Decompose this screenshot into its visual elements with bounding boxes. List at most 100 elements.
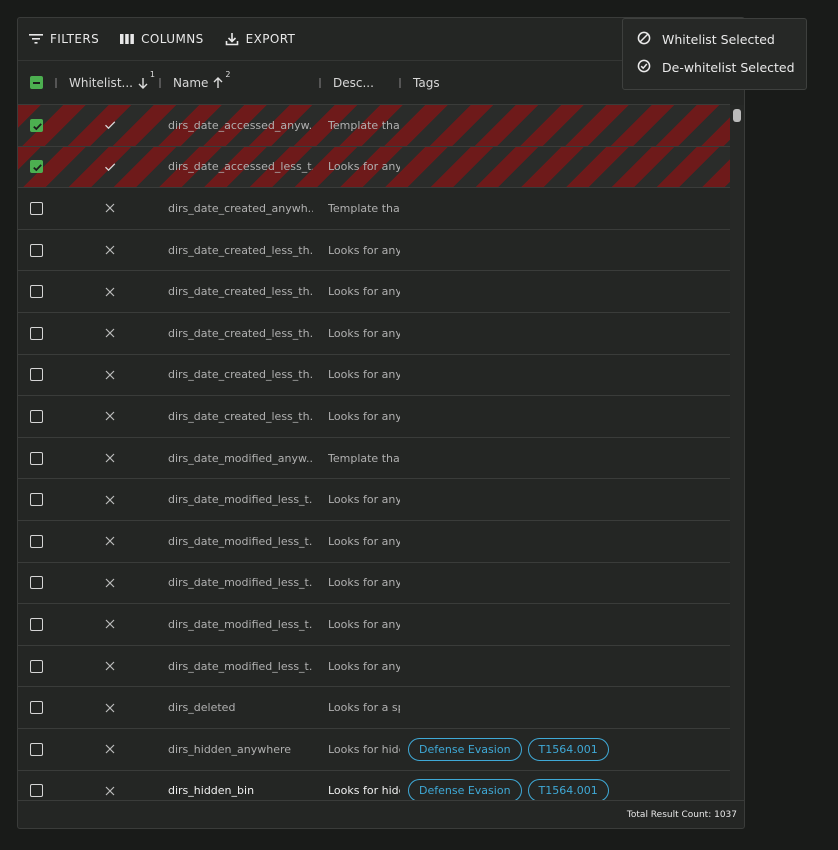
table-row[interactable]: dirs_date_modified_less_t... Looks for an… xyxy=(18,521,730,563)
row-select-checkbox[interactable] xyxy=(30,563,46,604)
check-icon xyxy=(100,147,120,188)
table-row[interactable]: dirs_date_created_less_th... Looks for an… xyxy=(18,396,730,438)
table-row[interactable]: dirs_hidden_anywhere Looks for hidd Defens… xyxy=(18,729,730,771)
download-icon xyxy=(224,31,240,47)
table-row[interactable]: dirs_date_created_less_th... Looks for an… xyxy=(18,355,730,397)
columns-button[interactable]: COLUMNS xyxy=(119,32,203,46)
table-row[interactable]: dirs_hidden_bin Looks for hidd Defense Eva… xyxy=(18,771,730,802)
sort-ascending-icon[interactable]: 2 xyxy=(211,70,230,90)
row-select-checkbox[interactable] xyxy=(30,147,46,188)
column-header-whitelist[interactable]: Whitelist... 1 xyxy=(69,61,155,104)
row-description: Looks for any xyxy=(328,409,400,423)
row-select-checkbox[interactable] xyxy=(30,438,46,479)
data-grid: FILTERS COLUMNS EXPORT Whitelist... 1 Na… xyxy=(17,17,745,829)
row-select-checkbox[interactable] xyxy=(30,396,46,437)
table-row[interactable]: dirs_date_modified_anyw... Template tha xyxy=(18,438,730,480)
row-tags xyxy=(408,188,728,229)
check-circle-icon xyxy=(637,59,651,76)
row-select-checkbox[interactable] xyxy=(30,521,46,562)
table-row[interactable]: dirs_date_modified_less_t... Looks for an… xyxy=(18,563,730,605)
row-tags: Defense Evasion T1564.001 xyxy=(408,771,728,801)
row-tags xyxy=(408,563,728,604)
export-button[interactable]: EXPORT xyxy=(224,31,296,47)
column-separator[interactable] xyxy=(319,78,321,88)
column-separator[interactable] xyxy=(55,78,57,88)
table-row[interactable]: dirs_date_modified_less_t... Looks for an… xyxy=(18,479,730,521)
row-select-checkbox[interactable] xyxy=(30,729,46,770)
close-icon xyxy=(100,521,120,562)
row-select-checkbox[interactable] xyxy=(30,188,46,229)
indeterminate-checkbox-icon xyxy=(30,76,43,89)
row-tags xyxy=(408,147,728,188)
row-description: Looks for any xyxy=(328,534,400,548)
row-select-checkbox[interactable] xyxy=(30,479,46,520)
row-tags xyxy=(408,230,728,271)
columns-label: COLUMNS xyxy=(141,32,204,46)
scrollbar-thumb[interactable] xyxy=(733,109,741,122)
columns-icon xyxy=(119,32,135,46)
vertical-scrollbar[interactable] xyxy=(730,105,744,801)
filter-icon xyxy=(28,32,44,46)
close-icon xyxy=(100,188,120,229)
filters-label: FILTERS xyxy=(50,32,100,46)
row-select-checkbox[interactable] xyxy=(30,771,46,802)
row-select-checkbox[interactable] xyxy=(30,646,46,687)
row-description: Looks for any xyxy=(328,160,400,174)
description-header-label: Desc... xyxy=(333,75,374,90)
table-row[interactable]: dirs_date_accessed_anyw... Template tha xyxy=(18,105,730,147)
tag-chip[interactable]: T1564.001 xyxy=(527,779,609,801)
table-row[interactable]: dirs_deleted Looks for a sp xyxy=(18,687,730,729)
unchecked-checkbox-icon xyxy=(30,243,43,257)
row-select-checkbox[interactable] xyxy=(30,604,46,645)
tag-chip[interactable]: Defense Evasion xyxy=(408,737,522,761)
row-tags xyxy=(408,271,728,312)
column-header-description[interactable]: Desc... xyxy=(333,61,374,104)
sort-order-badge: 1 xyxy=(149,69,155,79)
tag-chip[interactable]: T1564.001 xyxy=(527,737,609,761)
menu-item-dewhitelist-selected[interactable]: De-whitelist Selected xyxy=(623,53,806,81)
table-row[interactable]: dirs_date_accessed_less_t... Looks for an… xyxy=(18,146,730,189)
table-row[interactable]: dirs_date_modified_less_t... Looks for an… xyxy=(18,646,730,688)
column-header-tags[interactable]: Tags xyxy=(413,61,440,104)
table-row[interactable]: dirs_date_modified_less_t... Looks for an… xyxy=(18,604,730,646)
bulk-actions-menu: Whitelist Selected De-whitelist Selected xyxy=(622,18,807,90)
unchecked-checkbox-icon xyxy=(30,451,43,465)
filters-button[interactable]: FILTERS xyxy=(28,32,99,46)
tag-chip[interactable]: Defense Evasion xyxy=(408,779,522,801)
select-all-checkbox[interactable] xyxy=(30,61,43,104)
column-header-name[interactable]: Name 2 xyxy=(173,61,230,104)
row-name: dirs_date_modified_less_t... xyxy=(168,576,313,590)
unchecked-checkbox-icon xyxy=(30,617,43,631)
menu-item-whitelist-selected[interactable]: Whitelist Selected xyxy=(623,25,806,53)
row-tags: Defense Evasion T1564.001 xyxy=(408,729,728,770)
unchecked-checkbox-icon xyxy=(30,493,43,507)
export-label: EXPORT xyxy=(245,32,296,46)
row-select-checkbox[interactable] xyxy=(30,105,46,146)
column-separator[interactable] xyxy=(159,78,161,88)
row-select-checkbox[interactable] xyxy=(30,313,46,354)
row-tags xyxy=(408,438,728,479)
table-row[interactable]: dirs_date_created_less_th... Looks for an… xyxy=(18,271,730,313)
row-name: dirs_date_modified_less_t... xyxy=(168,493,313,507)
unchecked-checkbox-icon xyxy=(30,409,43,423)
row-name: dirs_date_created_anywh... xyxy=(168,201,313,215)
row-select-checkbox[interactable] xyxy=(30,687,46,728)
row-name: dirs_date_created_less_th... xyxy=(168,243,313,257)
row-tags xyxy=(408,105,728,146)
table-row[interactable]: dirs_date_created_less_th... Looks for an… xyxy=(18,230,730,272)
row-name: dirs_hidden_anywhere xyxy=(168,742,292,756)
row-tags xyxy=(408,355,728,396)
row-select-checkbox[interactable] xyxy=(30,355,46,396)
unchecked-checkbox-icon xyxy=(30,534,43,548)
unchecked-checkbox-icon xyxy=(30,326,43,340)
close-icon xyxy=(100,646,120,687)
column-separator[interactable] xyxy=(399,78,401,88)
row-tags xyxy=(408,313,728,354)
table-row[interactable]: dirs_date_created_less_th... Looks for an… xyxy=(18,313,730,355)
unchecked-checkbox-icon xyxy=(30,576,43,590)
row-select-checkbox[interactable] xyxy=(30,271,46,312)
table-row[interactable]: dirs_date_created_anywh... Template tha xyxy=(18,188,730,230)
sort-descending-icon[interactable]: 1 xyxy=(136,70,155,90)
row-select-checkbox[interactable] xyxy=(30,230,46,271)
row-name: dirs_date_modified_anyw... xyxy=(168,451,313,465)
